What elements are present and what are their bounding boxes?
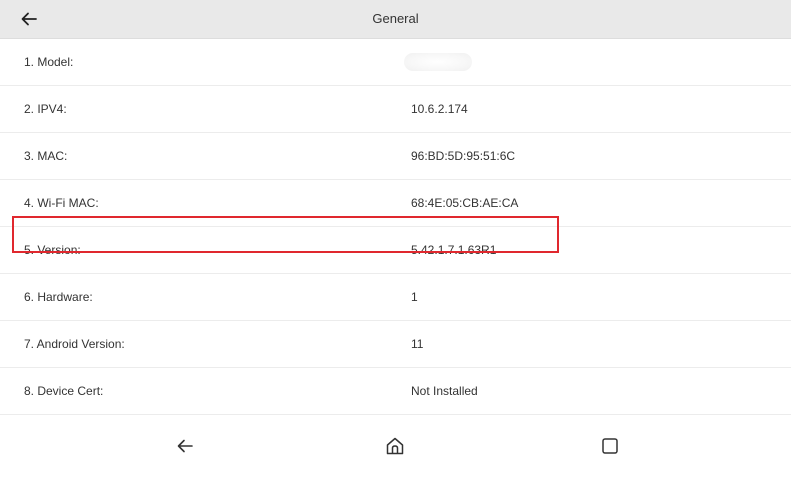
info-row-hardware: 6. Hardware: 1	[0, 274, 791, 321]
info-row-model: 1. Model:	[0, 39, 791, 86]
info-row-ipv4: 2. IPV4: 10.6.2.174	[0, 86, 791, 133]
info-row-version: 5. Version: 5.42.1.7.1.63R1	[0, 227, 791, 274]
row-label: 7. Android Version:	[24, 337, 125, 351]
row-value: 1	[411, 290, 418, 304]
row-value: 68:4E:05:CB:AE:CA	[411, 196, 519, 210]
row-label: 1. Model:	[24, 55, 74, 69]
row-label: 2. IPV4:	[24, 102, 67, 116]
row-label: 5. Version:	[24, 243, 81, 257]
title-bar: General	[0, 0, 791, 39]
home-icon	[386, 437, 404, 455]
info-row-android-version: 7. Android Version: 11	[0, 321, 791, 368]
row-label: 3. MAC:	[24, 149, 68, 163]
info-list: 1. Model: 2. IPV4: 10.6.2.174 3. MAC: 96…	[0, 39, 791, 446]
info-row-device-cert: 8. Device Cert: Not Installed	[0, 368, 791, 415]
row-value: Not Installed	[411, 384, 478, 398]
page-title: General	[372, 11, 419, 26]
row-value: 10.6.2.174	[411, 102, 468, 116]
row-label: 6. Hardware:	[24, 290, 93, 304]
nav-back-button[interactable]	[170, 433, 200, 459]
recents-square-icon	[602, 438, 618, 454]
redacted-model-value	[404, 53, 472, 71]
nav-back-icon	[177, 439, 193, 453]
info-row-wifi-mac: 4. Wi-Fi MAC: 68:4E:05:CB:AE:CA	[0, 180, 791, 227]
row-value: 5.42.1.7.1.63R1	[411, 243, 497, 257]
row-label: 4. Wi-Fi MAC:	[24, 196, 99, 210]
row-label: 8. Device Cert:	[24, 384, 104, 398]
info-row-mac: 3. MAC: 96:BD:5D:95:51:6C	[0, 133, 791, 180]
nav-recents-button[interactable]	[595, 433, 625, 459]
row-value: 11	[411, 337, 424, 351]
nav-home-button[interactable]	[380, 433, 410, 459]
general-settings-screen: General 1. Model: 2. IPV4: 10.6.2.174 3.…	[0, 0, 791, 479]
system-navigation-bar	[0, 425, 791, 465]
row-value: 96:BD:5D:95:51:6C	[411, 149, 516, 163]
